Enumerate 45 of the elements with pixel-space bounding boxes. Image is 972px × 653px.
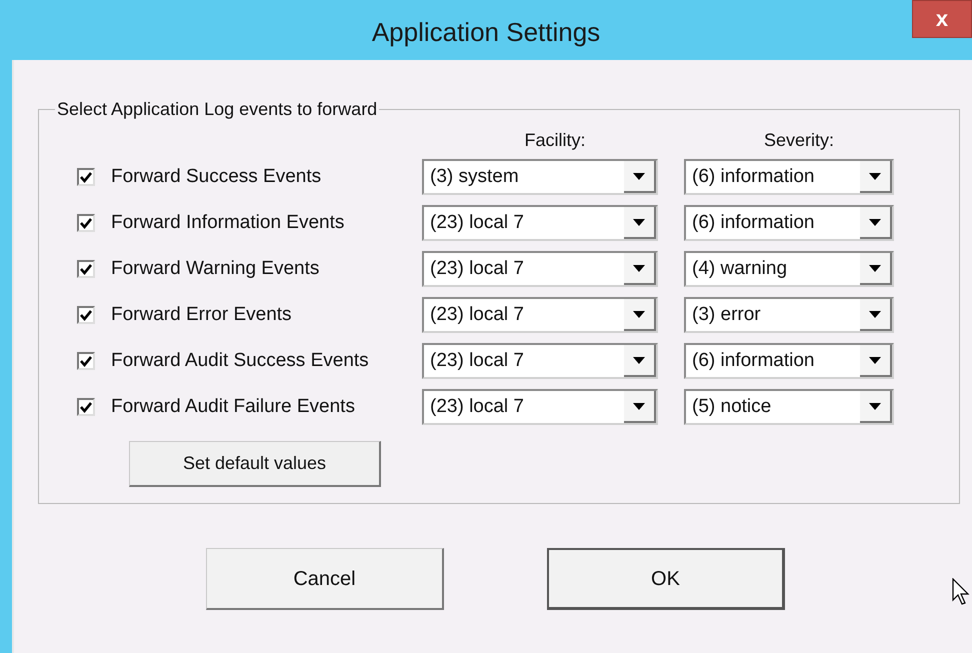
caret-icon xyxy=(869,310,881,318)
checkbox-label: Forward Warning Events xyxy=(111,256,320,281)
column-header: Facility: xyxy=(524,128,586,152)
dropdown[interactable]: (4) warning xyxy=(684,251,894,287)
caret-icon xyxy=(869,218,881,226)
checkbox-label: Forward Information Events xyxy=(111,210,346,235)
dropdown[interactable]: (6) information xyxy=(684,343,894,379)
dropdown[interactable]: (3) system xyxy=(422,159,658,195)
checkbox-label: Forward Audit Failure Events xyxy=(111,394,356,419)
caret-icon xyxy=(633,356,645,364)
set-default-values-button[interactable]: Set default values xyxy=(129,441,381,487)
caret-icon xyxy=(869,264,881,272)
checkbox-label: Forward Success Events xyxy=(111,164,322,189)
dropdown[interactable]: (23) local 7 xyxy=(422,343,658,379)
dropdown[interactable]: (6) information xyxy=(684,205,894,241)
dropdown[interactable]: (6) information xyxy=(684,159,894,195)
dropdown[interactable]: (23) local 7 xyxy=(422,389,658,425)
dropdown[interactable]: (23) local 7 xyxy=(422,251,658,287)
checkbox[interactable] xyxy=(77,352,95,370)
dropdown[interactable]: (3) error xyxy=(684,297,894,333)
mouse-cursor-icon xyxy=(952,578,970,606)
dropdown[interactable]: (23) local 7 xyxy=(422,205,658,241)
caret-icon xyxy=(633,172,645,180)
column-header: Severity: xyxy=(764,128,834,152)
caret-icon xyxy=(869,356,881,364)
dialog-button[interactable]: OK xyxy=(547,548,785,610)
caret-icon xyxy=(633,218,645,226)
caret-icon xyxy=(633,264,645,272)
caret-icon xyxy=(633,402,645,410)
dialog-button[interactable]: Cancel xyxy=(206,548,444,610)
checkbox[interactable] xyxy=(77,398,95,416)
caret-icon xyxy=(633,310,645,318)
close-button[interactable]: x xyxy=(912,0,972,38)
checkbox[interactable] xyxy=(77,168,95,186)
dropdown[interactable]: (23) local 7 xyxy=(422,297,658,333)
dropdown[interactable]: (5) notice xyxy=(684,389,894,425)
window-title: Application Settings xyxy=(372,16,600,48)
checkbox-label: Forward Error Events xyxy=(111,302,293,327)
caret-icon xyxy=(869,172,881,180)
checkbox[interactable] xyxy=(77,306,95,324)
checkbox[interactable] xyxy=(77,214,95,232)
caret-icon xyxy=(869,402,881,410)
checkbox[interactable] xyxy=(77,260,95,278)
checkbox-label: Forward Audit Success Events xyxy=(111,348,370,373)
group-legend: Select Application Log events to forward xyxy=(55,96,380,123)
